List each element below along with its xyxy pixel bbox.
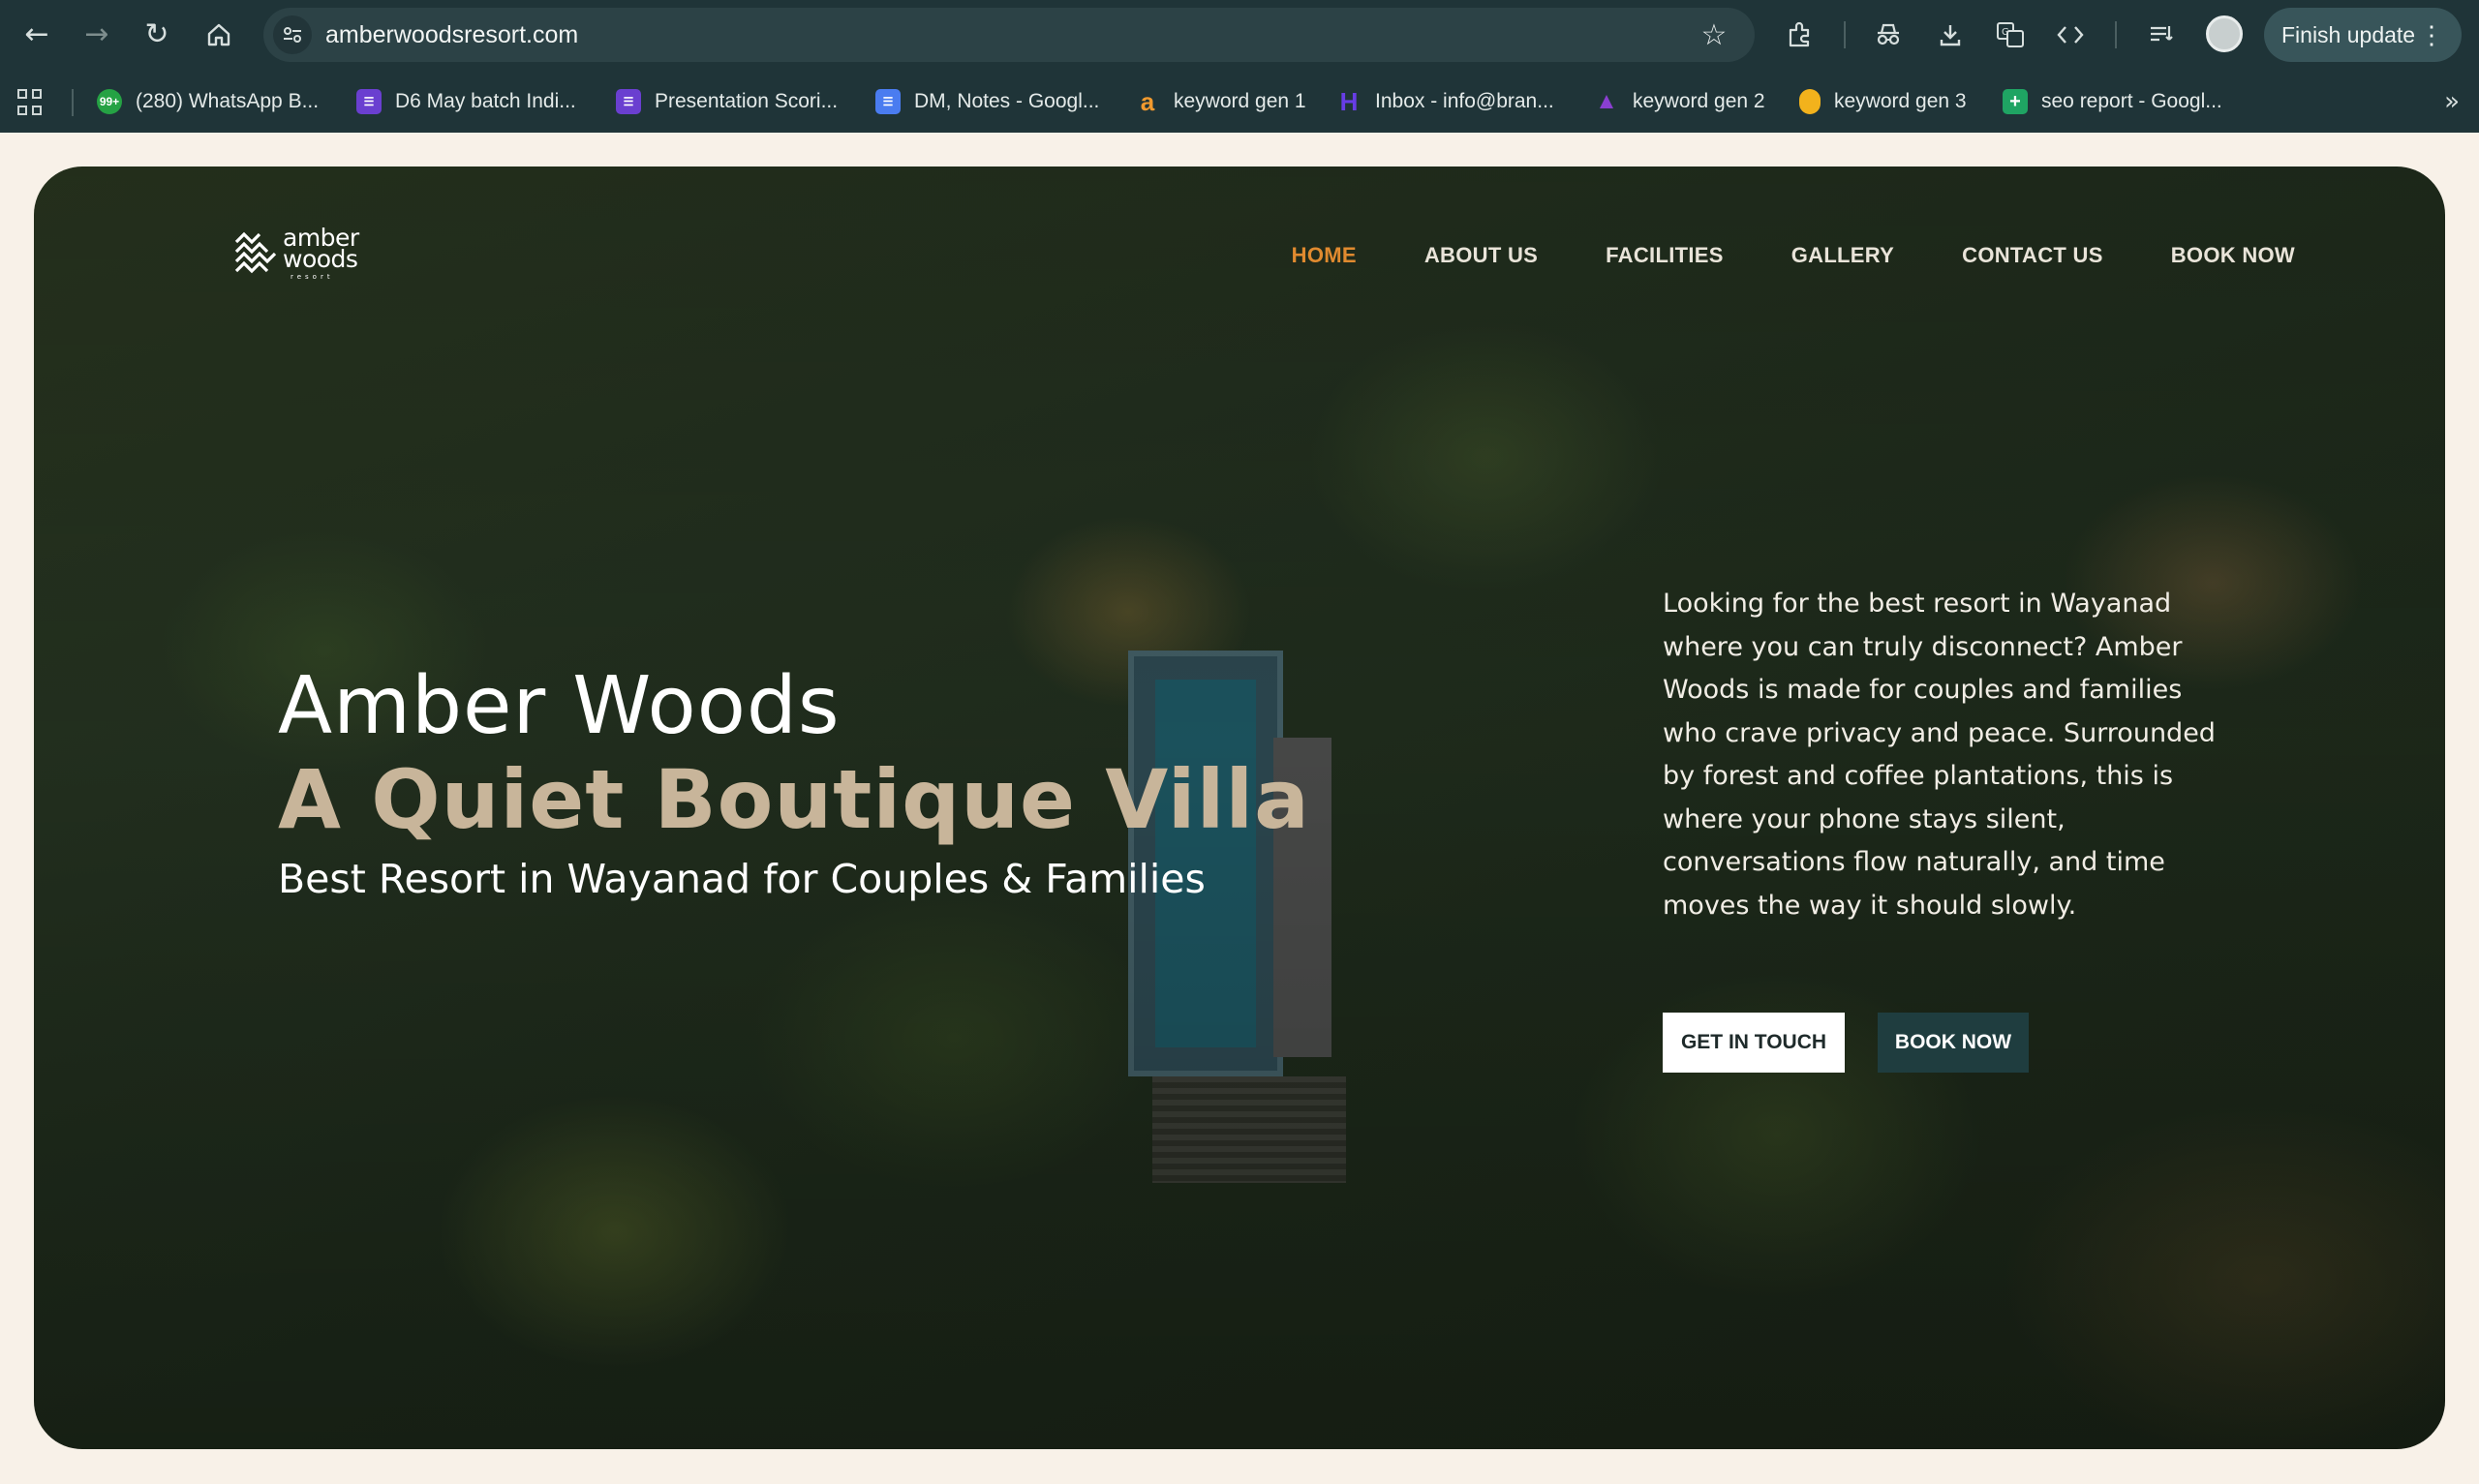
hero-section: amber woods resort HOME ABOUT US FACILIT…: [34, 167, 2445, 1449]
logo-text-woods: woods: [283, 245, 358, 273]
url-text[interactable]: amberwoodsresort.com: [325, 8, 578, 62]
bookmarks-bar: 99+ (280) WhatsApp B... ☰ D6 May batch I…: [0, 81, 2479, 122]
bookmark-label: D6 May batch Indi...: [395, 90, 576, 112]
forms-icon: ☰: [356, 89, 382, 114]
amazon-a-icon: a: [1140, 86, 1155, 116]
address-bar[interactable]: amberwoodsresort.com ☆: [263, 8, 1755, 62]
bookmark-label: DM, Notes - Googl...: [914, 90, 1100, 112]
bookmark-whatsapp[interactable]: 99+ (280) WhatsApp B...: [97, 81, 319, 122]
nav-home[interactable]: HOME: [1292, 236, 1357, 275]
main-nav: HOME ABOUT US FACILITIES GALLERY CONTACT…: [1292, 236, 2295, 275]
bookmark-keyword-gen-1[interactable]: a keyword gen 1: [1135, 81, 1306, 122]
more-bookmarks-icon[interactable]: »: [2444, 81, 2460, 122]
reading-list-icon[interactable]: [2140, 14, 2183, 56]
hero-heading: Amber Woods A Quiet Boutique Villa Best …: [278, 660, 1310, 908]
hero-intro-text: Looking for the best resort in Wayanad w…: [1663, 589, 2216, 921]
svg-text:G: G: [2002, 27, 2009, 38]
forward-icon[interactable]: →: [76, 14, 118, 56]
reload-icon[interactable]: ↻: [136, 14, 178, 56]
bookmark-inbox[interactable]: H Inbox - info@bran...: [1336, 81, 1554, 122]
browser-chrome: ← → ↻ amberwoodsresort.com ☆ G Finish up…: [0, 0, 2479, 133]
apps-grid-icon[interactable]: [17, 89, 45, 116]
back-icon[interactable]: ←: [15, 14, 58, 56]
egg-icon: [1799, 89, 1821, 114]
bookmark-d6-may-batch[interactable]: ☰ D6 May batch Indi...: [356, 81, 576, 122]
wizard-hat-icon: ▲: [1595, 88, 1618, 114]
book-now-button[interactable]: BOOK NOW: [1878, 1013, 2029, 1073]
code-icon[interactable]: [2049, 14, 2092, 56]
docs-icon: ☰: [875, 89, 901, 114]
bookmarks-separator: [72, 89, 74, 116]
whatsapp-icon: 99+: [97, 89, 122, 114]
bookmark-label: (280) WhatsApp B...: [136, 90, 320, 112]
bookmark-seo-report[interactable]: + seo report - Googl...: [2003, 81, 2222, 122]
browser-toolbar: ← → ↻ amberwoodsresort.com ☆ G Finish up…: [0, 0, 2479, 70]
bookmark-label: keyword gen 3: [1834, 90, 1967, 112]
bookmark-label: Inbox - info@bran...: [1375, 90, 1554, 112]
extensions-icon[interactable]: [1778, 14, 1821, 56]
profile-avatar[interactable]: [2206, 15, 2243, 52]
bookmark-keyword-gen-3[interactable]: keyword gen 3: [1799, 81, 1967, 122]
amber-woods-logo[interactable]: amber woods resort: [232, 225, 368, 281]
nav-book-now[interactable]: BOOK NOW: [2171, 236, 2295, 275]
nav-about-us[interactable]: ABOUT US: [1424, 236, 1538, 275]
get-in-touch-button[interactable]: GET IN TOUCH: [1663, 1013, 1845, 1073]
toolbar-separator: [1844, 21, 1846, 48]
nav-facilities[interactable]: FACILITIES: [1606, 236, 1724, 275]
forms-icon: ☰: [616, 89, 641, 114]
toolbar-separator: [2115, 21, 2117, 48]
incognito-icon[interactable]: [1867, 14, 1910, 56]
hero-tagline: Best Resort in Wayanad for Couples & Fam…: [278, 856, 1206, 902]
bookmark-presentation-scoring[interactable]: ☰ Presentation Scori...: [616, 81, 838, 122]
hero-subtitle: A Quiet Boutique Villa: [278, 752, 1310, 847]
hero-title: Amber Woods: [278, 660, 841, 752]
bookmark-label: keyword gen 2: [1633, 90, 1765, 112]
bookmark-label: keyword gen 1: [1174, 90, 1306, 112]
finish-update-button[interactable]: Finish update ⋮: [2264, 8, 2462, 62]
site-info-icon[interactable]: [273, 15, 312, 54]
sheets-icon: +: [2003, 89, 2028, 114]
nav-contact-us[interactable]: CONTACT US: [1962, 236, 2103, 275]
bookmark-star-icon[interactable]: ☆: [1695, 15, 1733, 54]
hostinger-icon: H: [1339, 86, 1359, 116]
more-menu-icon[interactable]: ⋮: [2419, 8, 2444, 62]
nav-gallery[interactable]: GALLERY: [1791, 236, 1894, 275]
bookmark-keyword-gen-2[interactable]: ▲ keyword gen 2: [1594, 81, 1765, 122]
bookmark-label: seo report - Googl...: [2041, 90, 2222, 112]
download-icon[interactable]: [1929, 14, 1972, 56]
finish-update-label: Finish update: [2281, 21, 2416, 47]
bookmark-dm-notes[interactable]: ☰ DM, Notes - Googl...: [875, 81, 1099, 122]
translate-icon[interactable]: G: [1989, 14, 2032, 56]
home-icon[interactable]: [198, 14, 240, 56]
logo-wave-icon: [234, 231, 277, 274]
logo-text-resort: resort: [291, 273, 334, 281]
bookmark-label: Presentation Scori...: [655, 90, 839, 112]
